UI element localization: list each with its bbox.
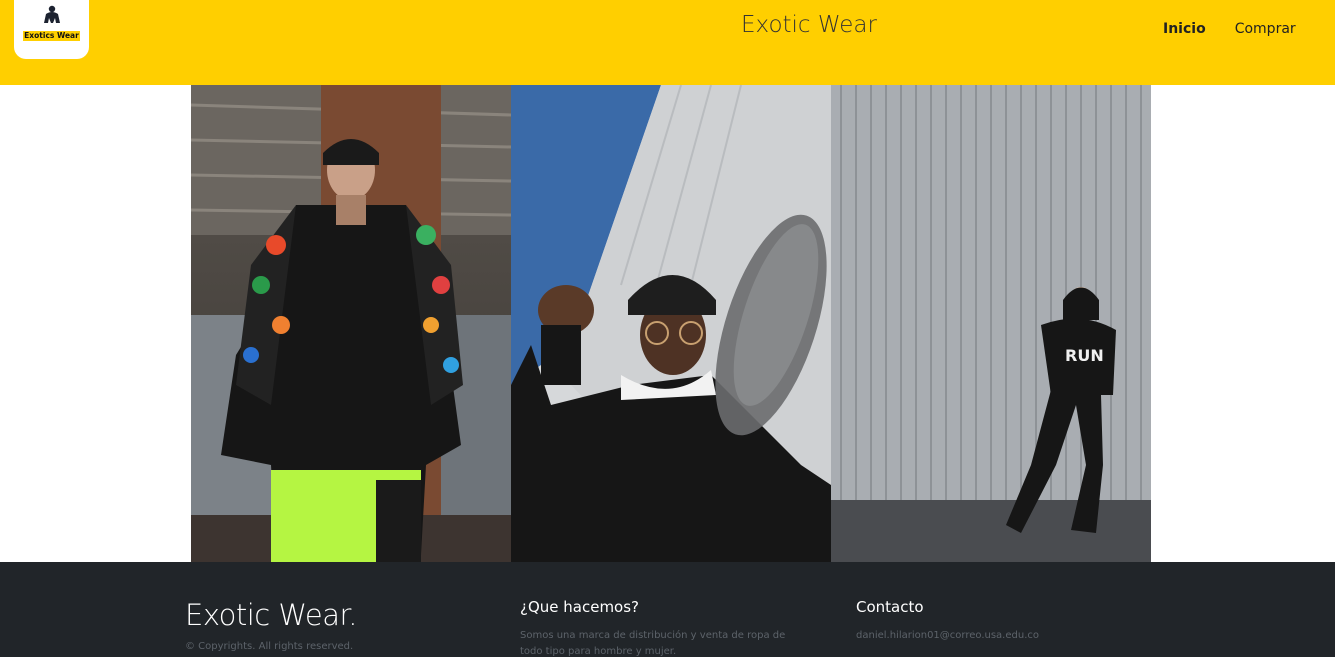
footer-about-text: Somos una marca de distribución y venta … — [520, 628, 785, 657]
gallery-photo-3: RUN — [831, 85, 1151, 562]
gorilla-icon — [44, 5, 60, 23]
footer-contact-heading: Contacto — [856, 598, 924, 616]
man-puffer-jacket-photo — [191, 85, 511, 562]
gallery-photo-1 — [191, 85, 511, 562]
footer-contact-email[interactable]: daniel.hilarion01@correo.usa.edu.co — [856, 628, 1039, 644]
footer-about-line-1: Somos una marca de distribución y venta … — [520, 630, 786, 641]
svg-text:RUN: RUN — [1065, 346, 1104, 365]
photo-gallery: RUN — [191, 85, 1151, 562]
header-bar: Exotics Wear Exotic Wear Inicio Comprar — [0, 0, 1335, 85]
footer-copyright: © Copyrights. All rights reserved. — [185, 641, 354, 652]
logo-text: Exotics Wear — [23, 31, 80, 41]
gallery-photo-2 — [511, 85, 831, 562]
footer-about-line-2: todo tipo para hombre y mujer. — [520, 646, 677, 657]
nav-item-comprar[interactable]: Comprar — [1235, 21, 1296, 37]
woman-run-hoodie-photo: RUN — [831, 85, 1151, 562]
nav-item-inicio[interactable]: Inicio — [1163, 21, 1206, 37]
footer-about-heading: ¿Que hacemos? — [520, 598, 640, 616]
man-sneaker-photo — [511, 85, 831, 562]
footer: Exotic Wear. © Copyrights. All rights re… — [0, 562, 1335, 657]
nav-menu: Inicio Comprar — [1163, 21, 1296, 37]
site-title: Exotic Wear — [741, 12, 877, 38]
footer-brand: Exotic Wear. — [185, 598, 358, 632]
logo[interactable]: Exotics Wear — [14, 0, 89, 59]
